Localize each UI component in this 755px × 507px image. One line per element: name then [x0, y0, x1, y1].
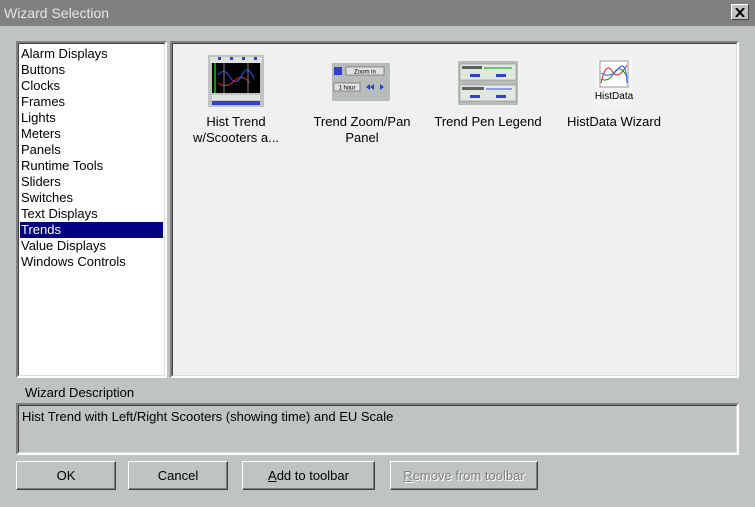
wizard-trend-zoom-pan[interactable]: Zoom in 1 hour Trend Zoom/Pan Panel [302, 53, 422, 146]
trend-zoom-pan-thumbnail: Zoom in 1 hour [330, 53, 394, 111]
category-item-windows-controls[interactable]: Windows Controls [20, 254, 163, 270]
title-bar: Wizard Selection [0, 0, 755, 26]
hour-button-text: 1 hour [338, 86, 355, 92]
wizard-label: HistData Wizard [567, 114, 661, 129]
wizard-panel: Hist Trend w/Scooters a... Zoom in 1 hou… [170, 41, 739, 378]
category-item-alarm-displays[interactable]: Alarm Displays [20, 46, 163, 62]
category-item-panels[interactable]: Panels [20, 142, 163, 158]
trend-pen-legend-thumbnail [456, 53, 520, 111]
category-item-lights[interactable]: Lights [20, 110, 163, 126]
wizard-label: Hist Trend w/Scooters a... [193, 114, 279, 145]
wizard-label: Trend Pen Legend [434, 114, 542, 129]
category-item-clocks[interactable]: Clocks [20, 78, 163, 94]
wizard-histdata[interactable]: HistData HistData Wizard [554, 53, 674, 130]
category-item-value-displays[interactable]: Value Displays [20, 238, 163, 254]
hist-trend-thumbnail [204, 53, 268, 111]
category-item-buttons[interactable]: Buttons [20, 62, 163, 78]
remove-accelerator: R [403, 468, 413, 483]
add-accelerator: A [268, 468, 277, 483]
category-item-meters[interactable]: Meters [20, 126, 163, 142]
cancel-button[interactable]: Cancel [128, 461, 228, 490]
description-box: Hist Trend with Left/Right Scooters (sho… [16, 403, 739, 455]
remove-label-rest: emove from toolbar [412, 468, 525, 483]
category-item-frames[interactable]: Frames [20, 94, 163, 110]
close-icon [735, 7, 745, 17]
histdata-thumbnail: HistData [582, 53, 646, 111]
wizard-hist-trend[interactable]: Hist Trend w/Scooters a... [176, 53, 296, 146]
wizard-trend-pen-legend[interactable]: Trend Pen Legend [428, 53, 548, 130]
remove-from-toolbar-button[interactable]: Remove from toolbar [390, 461, 538, 490]
ok-button[interactable]: OK [16, 461, 116, 490]
category-item-trends[interactable]: Trends [20, 222, 163, 238]
zoom-button-text: Zoom in [354, 70, 376, 76]
category-item-text-displays[interactable]: Text Displays [20, 206, 163, 222]
description-text: Hist Trend with Left/Right Scooters (sho… [22, 409, 394, 424]
window-title: Wizard Selection [4, 5, 110, 21]
add-to-toolbar-button[interactable]: Add to toolbar [242, 461, 375, 490]
category-list[interactable]: Alarm Displays Buttons Clocks Frames Lig… [16, 41, 167, 378]
description-label: Wizard Description [25, 385, 135, 400]
category-item-runtime-tools[interactable]: Runtime Tools [20, 158, 163, 174]
wizard-label: Trend Zoom/Pan Panel [313, 114, 411, 145]
category-item-sliders[interactable]: Sliders [20, 174, 163, 190]
add-label-rest: dd to toolbar [276, 468, 349, 483]
histdata-thumb-text: HistData [595, 91, 634, 102]
category-item-switches[interactable]: Switches [20, 190, 163, 206]
close-button[interactable] [731, 4, 749, 20]
